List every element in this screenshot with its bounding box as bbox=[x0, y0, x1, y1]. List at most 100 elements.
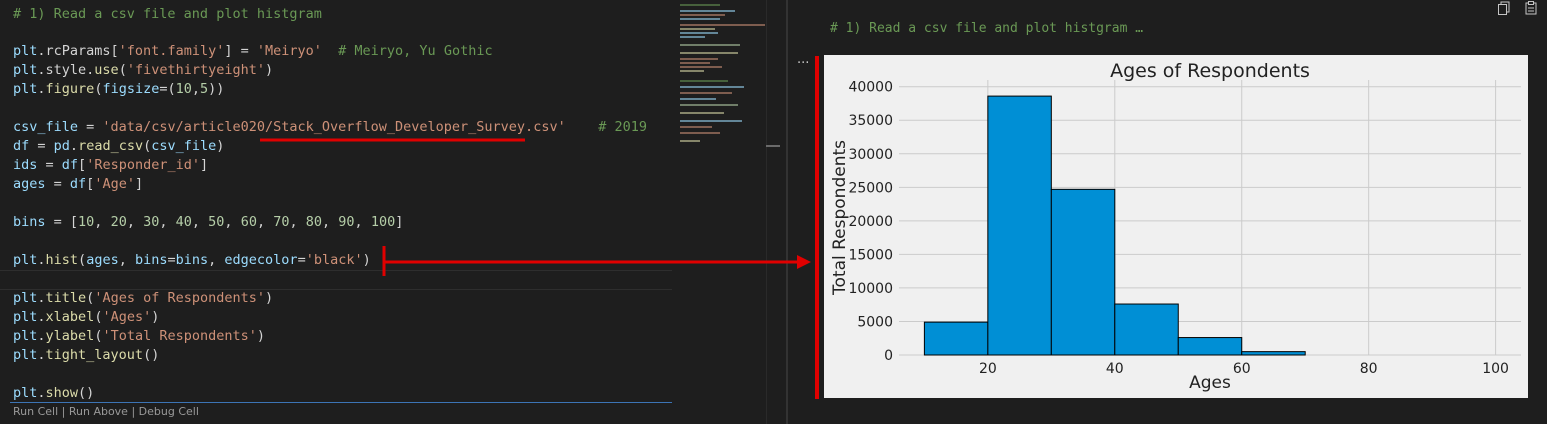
code-token: , bbox=[208, 252, 225, 268]
y-tick-label: 0 bbox=[884, 348, 893, 364]
code-line[interactable]: # 1) Read a csv file and plot histgram bbox=[13, 5, 322, 24]
code-token: , bbox=[322, 214, 339, 230]
code-token: , bbox=[256, 214, 274, 230]
code-token: show bbox=[45, 385, 79, 401]
code-token: ( bbox=[118, 62, 127, 78]
code-token: ages bbox=[86, 252, 119, 268]
code-token: . bbox=[37, 309, 46, 325]
histogram-bar bbox=[1241, 351, 1306, 356]
y-tick-label: 25000 bbox=[848, 180, 893, 196]
code-token: . bbox=[37, 328, 46, 344]
minimap-line bbox=[680, 104, 738, 106]
code-token: ) bbox=[151, 309, 160, 325]
output-more-button[interactable]: ... bbox=[797, 52, 809, 67]
code-token: . bbox=[37, 347, 46, 363]
y-tick-label: 20000 bbox=[848, 214, 893, 230]
code-line[interactable]: bins = [10, 20, 30, 40, 50, 60, 70, 80, … bbox=[13, 213, 403, 232]
code-token: 30 bbox=[143, 214, 160, 230]
code-token: ] bbox=[199, 157, 209, 173]
y-tick-label: 15000 bbox=[848, 247, 893, 263]
scrollbar-thumb[interactable] bbox=[766, 145, 780, 147]
code-token: () bbox=[78, 385, 95, 401]
code-line[interactable]: plt.ylabel('Total Respondents') bbox=[13, 327, 265, 346]
minimap-line bbox=[680, 58, 718, 60]
code-token: 'Responder_id' bbox=[86, 157, 200, 173]
code-token: ) bbox=[265, 290, 274, 306]
y-tick-label: 35000 bbox=[848, 113, 893, 129]
code-token: plt bbox=[13, 290, 38, 306]
code-token: .style. bbox=[37, 62, 95, 78]
code-token: . bbox=[37, 385, 46, 401]
code-token: , bbox=[191, 214, 209, 230]
code-token: ( bbox=[143, 138, 152, 154]
y-axis-label: Total Respondents bbox=[830, 140, 850, 296]
code-line[interactable]: csv_file = 'data/csv/article020/Stack_Ov… bbox=[13, 118, 647, 137]
minimap[interactable] bbox=[678, 0, 768, 160]
pane-divider[interactable] bbox=[786, 0, 788, 424]
code-token: plt bbox=[13, 81, 38, 97]
code-line[interactable]: plt.style.use('fivethirtyeight') bbox=[13, 61, 273, 80]
code-line[interactable]: df = pd.read_csv(csv_file) bbox=[13, 137, 224, 156]
histogram-bar bbox=[923, 321, 989, 356]
code-editor[interactable]: # 1) Read a csv file and plot histgram pl… bbox=[0, 0, 680, 424]
code-token: 'Meiryo' bbox=[256, 43, 322, 59]
code-token: pd bbox=[53, 138, 70, 154]
editor-scrollbar[interactable] bbox=[766, 0, 781, 424]
code-token: , bbox=[224, 214, 241, 230]
code-token: 40 bbox=[175, 214, 192, 230]
codelens-actions[interactable]: Run Cell | Run Above | Debug Cell bbox=[13, 405, 199, 418]
code-line[interactable]: plt.hist(ages, bins=bins, edgecolor='bla… bbox=[13, 251, 371, 270]
code-token: , bbox=[191, 81, 201, 97]
minimap-line bbox=[680, 32, 718, 34]
paste-icon[interactable] bbox=[1522, 1, 1540, 19]
code-token: = bbox=[45, 176, 70, 192]
code-line[interactable]: plt.figure(figsize=(10,5)) bbox=[13, 80, 224, 99]
code-token: , bbox=[289, 214, 306, 230]
histogram-bar bbox=[987, 95, 1052, 356]
code-token: .rcParams[ bbox=[37, 43, 119, 59]
code-token: = bbox=[29, 138, 54, 154]
y-tick-label: 5000 bbox=[857, 314, 893, 330]
code-line[interactable]: ids = df['Responder_id'] bbox=[13, 156, 208, 175]
code-token: use bbox=[94, 62, 119, 78]
code-token: ylabel bbox=[45, 328, 95, 344]
code-token: = bbox=[297, 252, 306, 268]
cell-border bbox=[10, 402, 672, 403]
code-token: ] bbox=[134, 176, 144, 192]
code-token: ] bbox=[395, 214, 404, 230]
code-token: csv_file bbox=[151, 138, 217, 154]
y-tick-label: 10000 bbox=[848, 281, 893, 297]
minimap-line bbox=[680, 52, 738, 54]
code-line[interactable]: plt.tight_layout() bbox=[13, 346, 159, 365]
code-token: 'Ages' bbox=[102, 309, 152, 325]
code-token: title bbox=[45, 290, 87, 306]
code-token: . bbox=[37, 290, 46, 306]
code-token: bins bbox=[134, 252, 168, 268]
code-token: ages bbox=[13, 176, 46, 192]
copy-icon[interactable] bbox=[1495, 1, 1513, 19]
code-line[interactable]: plt.xlabel('Ages') bbox=[13, 308, 159, 327]
code-line[interactable]: ages = df['Age'] bbox=[13, 175, 143, 194]
minimap-line bbox=[680, 140, 700, 142]
code-token: df bbox=[13, 138, 30, 154]
code-token: plt bbox=[13, 43, 38, 59]
output-cell-header[interactable]: # 1) Read a csv file and plot histgram … bbox=[830, 21, 1143, 36]
code-line[interactable]: plt.rcParams['font.family'] = 'Meiryo' #… bbox=[13, 42, 493, 61]
code-token: 'Total Respondents' bbox=[102, 328, 257, 344]
code-token: . bbox=[69, 138, 79, 154]
code-token: # 1) Read a csv file and plot histgram bbox=[13, 6, 322, 22]
code-line[interactable]: plt.show() bbox=[13, 384, 94, 403]
code-token: 70 bbox=[273, 214, 290, 230]
code-line[interactable]: plt.title('Ages of Respondents') bbox=[13, 289, 273, 308]
code-token: df bbox=[61, 157, 79, 173]
minimap-line bbox=[680, 66, 722, 68]
code-token: 'fivethirtyeight' bbox=[126, 62, 265, 78]
chart-title: Ages of Respondents bbox=[1110, 60, 1310, 82]
current-line-highlight bbox=[0, 270, 672, 290]
code-token: plt bbox=[13, 328, 38, 344]
minimap-line bbox=[680, 70, 704, 72]
x-tick-label: 100 bbox=[1482, 361, 1509, 377]
code-token: bins bbox=[175, 252, 209, 268]
minimap-line bbox=[680, 24, 765, 26]
